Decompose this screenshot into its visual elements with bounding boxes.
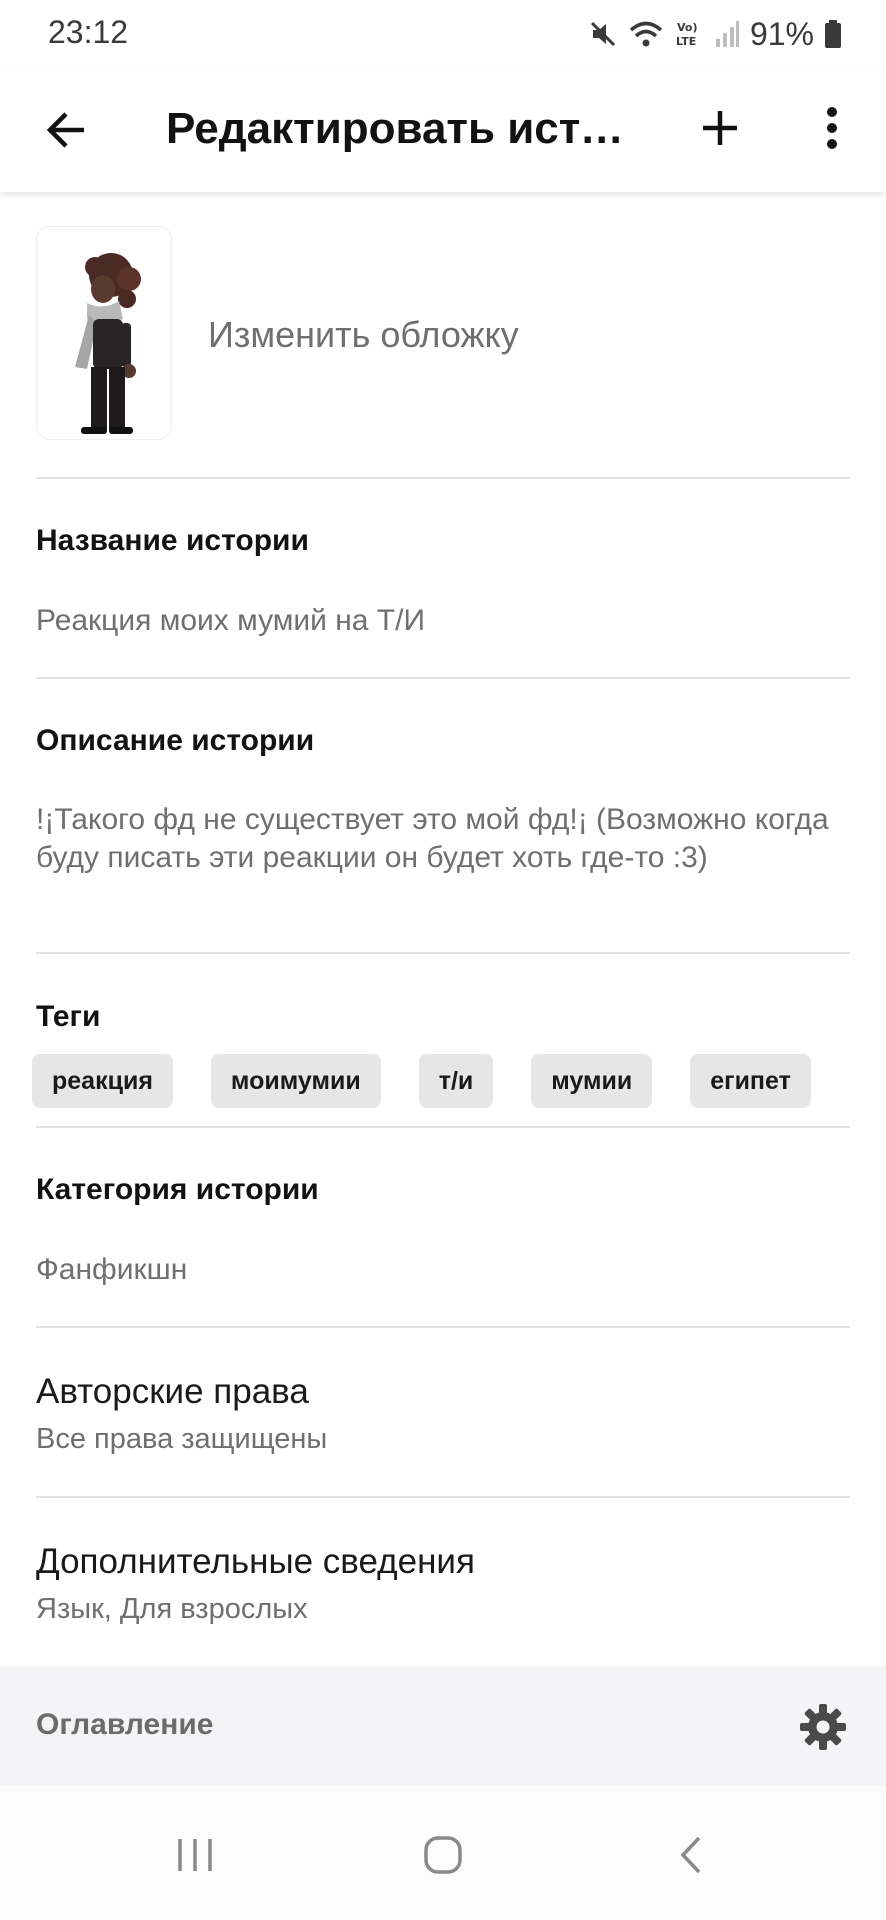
page-title: Редактировать история bbox=[166, 104, 646, 153]
divider bbox=[36, 1496, 850, 1498]
change-cover-button[interactable]: Изменить обложку bbox=[208, 314, 519, 356]
tags-label: Теги bbox=[36, 1000, 101, 1033]
copyright-value: Все права защищены bbox=[36, 1423, 328, 1455]
mute-icon bbox=[590, 21, 616, 47]
plus-icon bbox=[703, 111, 737, 145]
story-title-label: Название истории bbox=[36, 524, 309, 557]
app-bar: Редактировать история bbox=[0, 68, 886, 192]
battery-icon bbox=[825, 20, 841, 48]
category-label: Категория истории bbox=[36, 1173, 319, 1206]
table-of-contents-header: Оглавление bbox=[0, 1666, 886, 1786]
home-button[interactable] bbox=[408, 1820, 478, 1890]
recent-apps-icon bbox=[178, 1839, 212, 1871]
add-part-button[interactable] bbox=[688, 96, 752, 160]
more-options-button[interactable] bbox=[800, 96, 864, 160]
table-of-contents-label: Оглавление bbox=[36, 1708, 214, 1741]
cover-thumbnail[interactable] bbox=[36, 226, 172, 440]
recent-apps-button[interactable] bbox=[160, 1820, 230, 1890]
svg-text:LTE: LTE bbox=[676, 35, 696, 48]
copyright-title: Авторские права bbox=[36, 1372, 309, 1411]
tag-chip[interactable]: т/и bbox=[418, 1054, 494, 1108]
tags-list[interactable]: реакция моимумии т/и мумии египет bbox=[32, 1054, 811, 1108]
additional-info-value: Язык, Для взрослых bbox=[36, 1593, 308, 1625]
tag-chip[interactable]: мумии bbox=[531, 1054, 653, 1108]
system-navigation-bar bbox=[0, 1786, 886, 1920]
gear-icon[interactable] bbox=[798, 1702, 848, 1752]
tag-chip[interactable]: реакция bbox=[32, 1054, 173, 1108]
additional-info-title: Дополнительные сведения bbox=[36, 1542, 475, 1581]
signal-icon bbox=[715, 21, 739, 47]
story-title-field[interactable]: Реакция моих мумий на Т/И bbox=[36, 602, 836, 640]
tag-chip[interactable]: египет bbox=[690, 1054, 811, 1108]
cover-character-illustration bbox=[75, 253, 141, 434]
wifi-icon bbox=[629, 21, 663, 47]
home-icon bbox=[424, 1836, 462, 1874]
divider bbox=[36, 677, 850, 679]
back-icon bbox=[680, 1836, 701, 1874]
category-field[interactable]: Фанфикшн bbox=[36, 1251, 836, 1289]
volte-icon: Vo) LTE bbox=[676, 21, 698, 48]
status-bar: 23:12 Vo) LTE 91% bbox=[0, 0, 886, 68]
divider bbox=[36, 952, 850, 954]
divider bbox=[36, 1126, 850, 1128]
divider bbox=[36, 477, 850, 479]
status-icons: Vo) LTE 91% bbox=[588, 14, 842, 54]
more-vertical-icon bbox=[827, 107, 837, 149]
divider bbox=[36, 1326, 850, 1328]
svg-text:Vo): Vo) bbox=[677, 21, 698, 34]
tag-chip[interactable]: моимумии bbox=[210, 1054, 381, 1108]
story-description-field[interactable]: !¡Такого фд не существует это мой фд!¡ (… bbox=[36, 801, 836, 877]
system-back-button[interactable] bbox=[656, 1820, 726, 1890]
arrow-left-icon bbox=[46, 112, 84, 148]
battery-percent: 91% bbox=[749, 15, 814, 52]
status-time: 23:12 bbox=[48, 14, 129, 50]
back-button[interactable] bbox=[34, 98, 98, 162]
story-description-label: Описание истории bbox=[36, 724, 315, 757]
